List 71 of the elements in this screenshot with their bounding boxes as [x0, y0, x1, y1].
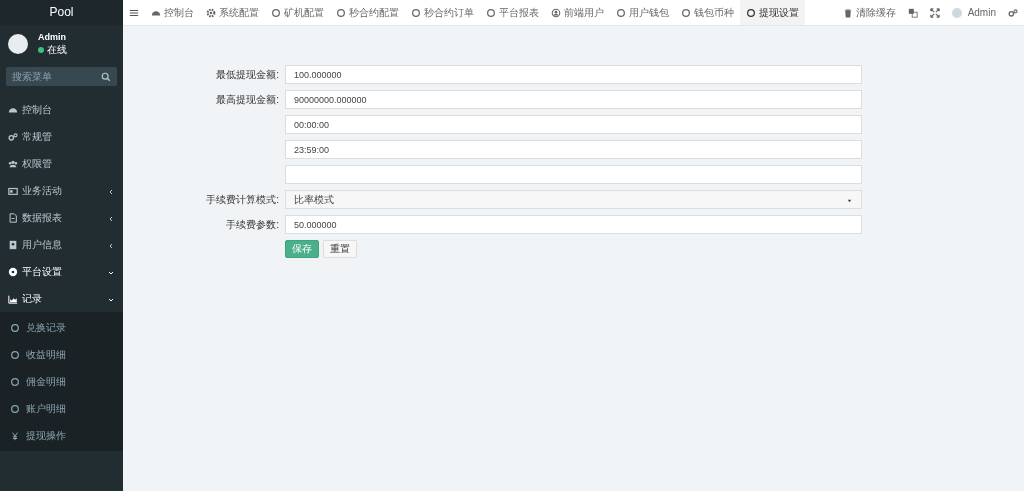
nav-tab[interactable]: 系统配置	[200, 0, 265, 25]
circle-icon	[411, 7, 421, 18]
select-field[interactable]: 比率模式	[285, 190, 862, 209]
sidebar-menu-item[interactable]: 常规管	[0, 123, 123, 150]
circle-icon	[10, 403, 20, 414]
translate-icon	[907, 7, 918, 18]
logo-text: Pool	[0, 0, 123, 25]
circle-icon	[681, 7, 691, 18]
sidebar-submenu-item[interactable]: 佣金明细	[0, 368, 123, 395]
field-label: 手续费参数:	[225, 217, 279, 232]
sidebar-submenu-item[interactable]: 收益明细	[0, 341, 123, 368]
menu-icon	[129, 7, 139, 18]
sidebar-submenu-item[interactable]: 兑换记录	[0, 314, 123, 341]
cogs-icon	[1008, 7, 1018, 18]
nav-tab[interactable]: 前端用户	[545, 0, 610, 25]
sidebar-menu-item[interactable]: 记录	[0, 285, 123, 312]
gear-icon	[206, 7, 216, 18]
circle-icon	[10, 376, 20, 387]
field-label: 最高提现金额:	[215, 92, 279, 107]
disc-icon	[8, 266, 18, 277]
nav-tab[interactable]: 用户钱包	[610, 0, 675, 25]
nav-tab[interactable]: 秒合约配置	[330, 0, 405, 25]
nav-tab[interactable]: 秒合约订单	[405, 0, 480, 25]
circle-icon	[271, 7, 281, 18]
admin-menu[interactable]: Admin	[945, 7, 1002, 18]
user-icon	[551, 7, 561, 18]
input-field[interactable]: 23:59:00	[285, 140, 862, 159]
circle-icon	[746, 7, 756, 18]
nav-tab[interactable]: 矿机配置	[265, 0, 330, 25]
field-label: 最低提现金额:	[215, 67, 279, 82]
sidebar-submenu-item[interactable]: 账户明细	[0, 395, 123, 422]
reset-button[interactable]: 重置	[323, 240, 357, 258]
sidebar-menu-item[interactable]: 业务活动	[0, 177, 123, 204]
sidebar-menu-item[interactable]: 平台设置	[0, 258, 123, 285]
input-field[interactable]: 00:00:00	[285, 115, 862, 134]
field-label: 手续费计算模式:	[205, 192, 279, 207]
circle-icon	[336, 7, 346, 18]
search-icon	[101, 72, 111, 82]
input-field[interactable]: 50.000000	[285, 215, 862, 234]
sidebar-menu-item[interactable]: 控制台	[0, 96, 123, 123]
input-field[interactable]: 90000000.000000	[285, 90, 862, 109]
nav-tab[interactable]: 提现设置	[740, 0, 805, 25]
circle-icon	[10, 349, 20, 360]
circle-icon	[486, 7, 496, 18]
status-text: 在线	[47, 42, 67, 57]
sidebar-menu-item[interactable]: 权限管	[0, 150, 123, 177]
card-icon	[8, 185, 18, 196]
circle-icon	[616, 7, 626, 18]
clear-cache-button[interactable]: 清除缓存	[836, 5, 902, 20]
online-status-dot	[38, 46, 44, 53]
book-icon	[8, 239, 18, 250]
search-field[interactable]: 搜索菜单	[6, 67, 117, 86]
user-name: Admin	[38, 31, 67, 42]
file-icon	[8, 212, 18, 223]
yen-icon	[10, 430, 20, 441]
circle-icon	[10, 322, 20, 333]
avatar-placeholder	[8, 34, 28, 54]
area-chart-icon	[8, 293, 18, 304]
input-field[interactable]	[285, 165, 862, 184]
nav-tab[interactable]: 控制台	[145, 0, 200, 25]
nav-tab[interactable]: 钱包币种	[675, 0, 740, 25]
nav-tab[interactable]: 平台报表	[480, 0, 545, 25]
sidebar-menu-item[interactable]: 数据报表	[0, 204, 123, 231]
expand-arrows-icon	[929, 7, 940, 18]
cogs-icon	[8, 131, 18, 142]
sidebar-menu-item[interactable]: 用户信息	[0, 231, 123, 258]
users-icon	[8, 158, 18, 169]
input-field[interactable]: 100.000000	[285, 65, 862, 84]
avatar-placeholder	[951, 7, 962, 18]
trash-icon	[842, 7, 853, 18]
sidebar-submenu-item[interactable]: 提现操作	[0, 422, 123, 449]
